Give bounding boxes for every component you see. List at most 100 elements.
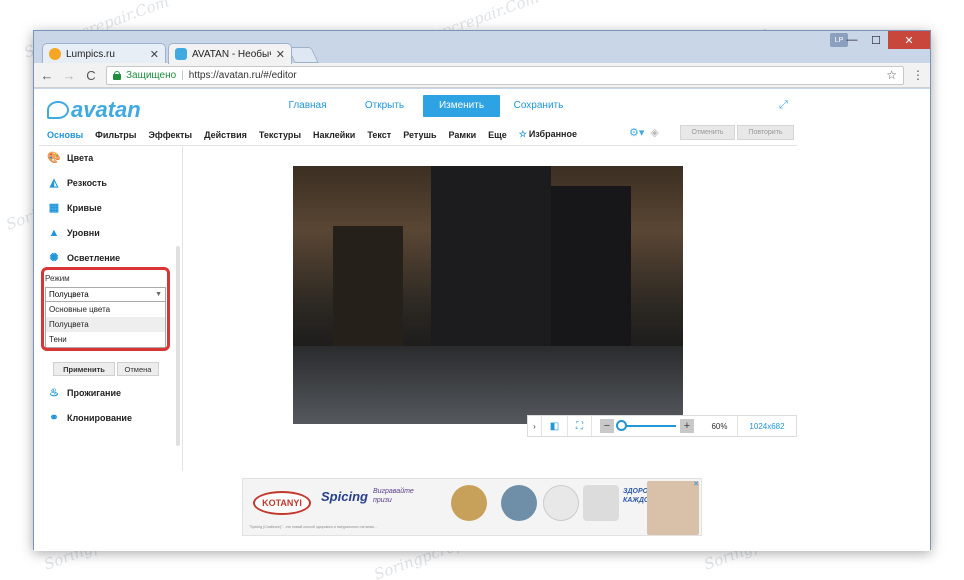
category-filters[interactable]: Фильтры xyxy=(95,130,136,140)
ad-product-image xyxy=(451,485,487,521)
tool-sharpness[interactable]: ◭ Резкость xyxy=(47,176,107,189)
logo-bubble-icon xyxy=(47,101,69,119)
ad-product-image xyxy=(583,485,619,521)
logo-text: avatan xyxy=(71,97,141,122)
tool-label: Прожигание xyxy=(67,387,121,398)
ad-brand-logo: KOTANYI xyxy=(253,491,311,515)
main-nav: Главная Открыть Изменить Сохранить xyxy=(269,95,577,117)
red-highlight-frame xyxy=(41,267,170,351)
fit-screen-icon[interactable]: ⛶ xyxy=(568,416,592,436)
avatan-favicon-icon xyxy=(175,48,187,60)
category-frames[interactable]: Рамки xyxy=(449,130,477,140)
back-button[interactable]: ← xyxy=(40,68,54,83)
ad-product-name: Spicing xyxy=(321,489,368,504)
curves-grid-icon: ▦ xyxy=(48,202,60,214)
favorites-star-icon: ☆ xyxy=(518,129,527,139)
lock-icon xyxy=(113,70,121,80)
canvas-photo[interactable] xyxy=(293,166,683,424)
building-shape xyxy=(551,186,631,356)
close-tab-icon[interactable]: ✕ xyxy=(150,48,159,61)
browser-menu-icon[interactable]: ⋮ xyxy=(912,68,924,82)
minimize-button[interactable]: — xyxy=(840,31,864,49)
page-viewport: avatan Главная Открыть Изменить Сохранит… xyxy=(34,89,930,551)
lumpics-favicon-icon xyxy=(49,48,61,60)
sidebar-scrollbar[interactable] xyxy=(176,246,180,446)
tool-burn[interactable]: ♨ Прожигание xyxy=(47,386,121,399)
zoom-level: 60% xyxy=(702,416,738,436)
browser-toolbar: ← → C Защищено | https://avatan.ru/#/edi… xyxy=(34,63,930,88)
zoom-in-button[interactable]: + xyxy=(680,419,694,433)
clone-icon: ⚭ xyxy=(49,412,59,424)
zoom-slider-group: − + xyxy=(592,416,702,436)
palette-icon: 🎨 xyxy=(47,152,61,164)
tool-clone[interactable]: ⚭ Клонирование xyxy=(47,411,132,424)
ad-promo-text: Вигравайте призи xyxy=(373,488,414,504)
address-bar[interactable]: Защищено | https://avatan.ru/#/editor ☆ xyxy=(106,65,904,85)
favorites-label: Избранное xyxy=(528,129,577,139)
tool-label: Цвета xyxy=(67,152,94,163)
reload-button[interactable]: C xyxy=(84,68,98,83)
flame-icon: ♨ xyxy=(49,387,59,399)
nav-home[interactable]: Главная xyxy=(269,95,346,117)
compare-icon[interactable]: ◧ xyxy=(542,416,568,436)
title-bar: Lumpics.ru ✕ AVATAN - Необычный ф ✕ LP —… xyxy=(34,31,930,64)
category-text[interactable]: Текст xyxy=(367,130,391,140)
category-favorites[interactable]: ☆ Избранное xyxy=(519,129,577,140)
redo-button[interactable]: Повторить xyxy=(737,125,794,140)
ad-fine-print: "Spicing (Спайсинг)" - это новый способ … xyxy=(249,525,377,529)
ad-model-photo xyxy=(647,481,699,535)
mountain-icon: ▲ xyxy=(48,226,60,239)
ad-product-image xyxy=(501,485,537,521)
tool-curves[interactable]: ▦ Кривые xyxy=(47,201,102,214)
ad-close-icon[interactable]: ✕ xyxy=(693,480,699,488)
layers-icon[interactable]: ◈ xyxy=(650,126,658,139)
tab-lumpics[interactable]: Lumpics.ru ✕ xyxy=(42,43,166,64)
tool-dodge[interactable]: ✺ Осветление xyxy=(47,251,120,264)
tool-label: Осветление xyxy=(67,252,121,263)
street-shape xyxy=(293,346,683,424)
category-effects[interactable]: Эффекты xyxy=(148,130,192,140)
undo-button[interactable]: Отменить xyxy=(680,125,735,140)
tool-colors[interactable]: 🎨 Цвета xyxy=(47,151,93,164)
image-size: 1024x682 xyxy=(749,421,785,431)
building-shape xyxy=(431,166,551,366)
triangle-icon: ◭ xyxy=(49,177,59,189)
maximize-button[interactable]: ☐ xyxy=(864,31,888,49)
nav-save[interactable]: Сохранить xyxy=(500,95,577,117)
collapse-arrow-icon[interactable]: › xyxy=(528,416,542,436)
bookmark-star-icon[interactable]: ☆ xyxy=(886,68,897,82)
url-text[interactable]: https://avatan.ru/#/editor xyxy=(189,70,297,81)
browser-window: Lumpics.ru ✕ AVATAN - Необычный ф ✕ LP —… xyxy=(33,30,931,551)
advertisement-banner[interactable]: KOTANYI Spicing Вигравайте призи ЗДОРОВЫ… xyxy=(242,478,702,536)
building-shape xyxy=(333,226,403,356)
zoom-out-button[interactable]: − xyxy=(600,419,614,433)
secure-label: Защищено xyxy=(126,69,177,81)
category-more[interactable]: Еще xyxy=(488,130,507,140)
fullscreen-icon[interactable]: ⤢ xyxy=(779,99,789,111)
zoom-toolbar: › ◧ ⛶ − + 60% 1024x682 xyxy=(527,415,797,437)
category-textures[interactable]: Текстуры xyxy=(259,130,301,140)
category-basics[interactable]: Основы xyxy=(47,130,83,140)
close-tab-icon[interactable]: ✕ xyxy=(276,48,285,61)
tab-title: Lumpics.ru xyxy=(66,48,115,60)
category-stickers[interactable]: Наклейки xyxy=(313,130,355,140)
nav-edit[interactable]: Изменить xyxy=(423,95,500,117)
cancel-button[interactable]: Отмена xyxy=(117,362,159,376)
gear-icon[interactable]: ⚙▾ xyxy=(629,126,644,139)
tab-avatan[interactable]: AVATAN - Необычный ф ✕ xyxy=(168,43,292,64)
settings-group: ⚙▾ ◈ xyxy=(629,126,659,139)
category-nav: Основы Фильтры Эффекты Действия Текстуры… xyxy=(47,129,577,140)
avatan-logo[interactable]: avatan xyxy=(47,97,141,123)
zoom-slider-handle[interactable] xyxy=(616,420,627,431)
nav-open[interactable]: Открыть xyxy=(346,95,423,117)
avatan-editor: avatan Главная Открыть Изменить Сохранит… xyxy=(39,89,797,471)
tab-title: AVATAN - Необычный ф xyxy=(192,48,271,60)
sun-icon: ✺ xyxy=(49,252,59,264)
forward-button[interactable]: → xyxy=(62,68,76,83)
close-window-button[interactable]: ✕ xyxy=(888,31,930,49)
zoom-slider[interactable] xyxy=(616,420,676,431)
tool-levels[interactable]: ▲ Уровни xyxy=(47,226,100,239)
category-retouch[interactable]: Ретушь xyxy=(403,130,436,140)
apply-button[interactable]: Применить xyxy=(53,362,115,376)
category-actions[interactable]: Действия xyxy=(204,130,247,140)
